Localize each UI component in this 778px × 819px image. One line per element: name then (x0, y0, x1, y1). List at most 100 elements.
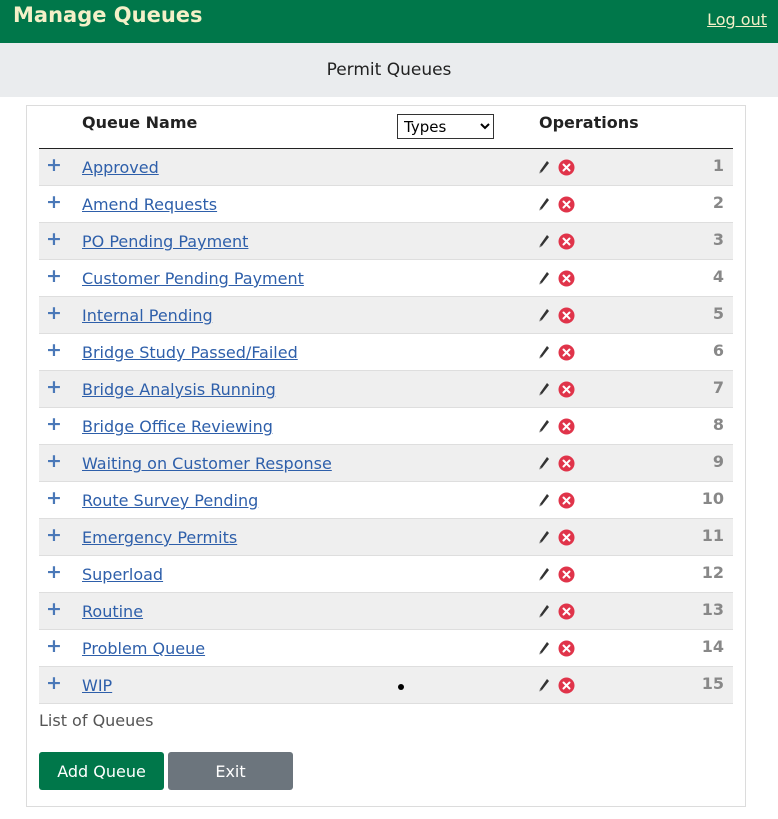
table-row: + Route Survey Pending 10 (39, 482, 733, 519)
delete-icon[interactable] (558, 307, 575, 324)
delete-icon[interactable] (558, 640, 575, 657)
queue-name-link[interactable]: Waiting on Customer Response (82, 454, 332, 473)
table-row: + Routine 13 (39, 593, 733, 630)
delete-icon[interactable] (558, 344, 575, 361)
pencil-icon[interactable] (538, 530, 550, 545)
pencil-icon[interactable] (538, 160, 550, 175)
plus-icon[interactable]: + (46, 525, 62, 545)
pencil-icon[interactable] (538, 567, 550, 582)
table-row: + Approved 1 (39, 149, 733, 186)
plus-icon[interactable]: + (46, 414, 62, 434)
queue-name-link[interactable]: Amend Requests (82, 195, 217, 214)
pencil-icon[interactable] (538, 678, 550, 693)
plus-icon[interactable]: + (46, 303, 62, 323)
pencil-icon[interactable] (538, 345, 550, 360)
queue-name-link[interactable]: Bridge Analysis Running (82, 380, 276, 399)
exit-button[interactable]: Exit (168, 752, 293, 790)
table-row: + Amend Requests 2 (39, 186, 733, 223)
queue-list: + Approved 1 + Amend Requests 2 + PO Pending Pa… (39, 149, 733, 704)
table-row: + WIP 15 (39, 667, 733, 704)
pencil-icon[interactable] (538, 493, 550, 508)
plus-icon[interactable]: + (46, 229, 62, 249)
pencil-icon[interactable] (538, 308, 550, 323)
delete-icon[interactable] (558, 418, 575, 435)
queue-name-link[interactable]: Route Survey Pending (82, 491, 258, 510)
pencil-icon[interactable] (538, 197, 550, 212)
queue-name-link[interactable]: Emergency Permits (82, 528, 237, 547)
queue-name-link[interactable]: Approved (82, 158, 159, 177)
page-title: Permit Queues (326, 60, 452, 80)
add-queue-button[interactable]: Add Queue (39, 752, 164, 790)
queue-name-link[interactable]: Bridge Study Passed/Failed (82, 343, 298, 362)
row-number: 3 (712, 230, 724, 249)
pencil-icon[interactable] (538, 456, 550, 471)
queue-name-column-header: Queue Name (82, 113, 198, 132)
table-row: + PO Pending Payment 3 (39, 223, 733, 260)
table-row: + Superload 12 (39, 556, 733, 593)
row-number: 1 (712, 156, 724, 175)
operations-column-header: Operations (539, 113, 639, 132)
delete-icon[interactable] (558, 233, 575, 250)
queue-name-link[interactable]: Customer Pending Payment (82, 269, 304, 288)
table-row: + Customer Pending Payment 4 (39, 260, 733, 297)
delete-icon[interactable] (558, 566, 575, 583)
plus-icon[interactable]: + (46, 562, 62, 582)
row-number: 4 (712, 267, 724, 286)
pencil-icon[interactable] (538, 604, 550, 619)
delete-icon[interactable] (558, 677, 575, 694)
logout-link[interactable]: Log out (707, 10, 767, 29)
pencil-icon[interactable] (538, 234, 550, 249)
row-number: 7 (712, 378, 724, 397)
queue-name-link[interactable]: Routine (82, 602, 143, 621)
row-number: 14 (701, 637, 724, 656)
table-row: + Problem Queue 14 (39, 630, 733, 667)
row-number: 2 (712, 193, 724, 212)
queue-name-link[interactable]: Internal Pending (82, 306, 213, 325)
pencil-icon[interactable] (538, 419, 550, 434)
plus-icon[interactable]: + (46, 488, 62, 508)
delete-icon[interactable] (558, 455, 575, 472)
plus-icon[interactable]: + (46, 340, 62, 360)
row-number: 15 (701, 674, 724, 693)
pencil-icon[interactable] (538, 271, 550, 286)
queue-name-link[interactable]: PO Pending Payment (82, 232, 248, 251)
app-title: Manage Queues (13, 3, 203, 27)
table-header: Queue Name Types Operations (39, 105, 733, 149)
row-number: 10 (701, 489, 724, 508)
delete-icon[interactable] (558, 529, 575, 546)
table-row: + Bridge Office Reviewing 8 (39, 408, 733, 445)
types-select[interactable]: Types (397, 114, 494, 139)
pencil-icon[interactable] (538, 382, 550, 397)
row-number: 13 (701, 600, 724, 619)
delete-icon[interactable] (558, 270, 575, 287)
delete-icon[interactable] (558, 159, 575, 176)
delete-icon[interactable] (558, 381, 575, 398)
sub-header: Permit Queues (0, 43, 778, 97)
top-bar: Manage Queues Log out (0, 0, 778, 43)
row-number: 9 (712, 452, 724, 471)
delete-icon[interactable] (558, 603, 575, 620)
plus-icon[interactable]: + (46, 192, 62, 212)
plus-icon[interactable]: + (46, 673, 62, 693)
list-caption: List of Queues (39, 711, 154, 730)
plus-icon[interactable]: + (46, 266, 62, 286)
row-number: 8 (712, 415, 724, 434)
row-number: 6 (712, 341, 724, 360)
plus-icon[interactable]: + (46, 451, 62, 471)
table-row: + Emergency Permits 11 (39, 519, 733, 556)
queue-name-link[interactable]: Superload (82, 565, 163, 584)
row-number: 5 (712, 304, 724, 323)
queue-name-link[interactable]: Problem Queue (82, 639, 205, 658)
plus-icon[interactable]: + (46, 599, 62, 619)
table-row: + Bridge Analysis Running 7 (39, 371, 733, 408)
plus-icon[interactable]: + (46, 377, 62, 397)
table-row: + Internal Pending 5 (39, 297, 733, 334)
delete-icon[interactable] (558, 492, 575, 509)
plus-icon[interactable]: + (46, 155, 62, 175)
queue-name-link[interactable]: WIP (82, 676, 112, 695)
plus-icon[interactable]: + (46, 636, 62, 656)
row-number: 11 (701, 526, 724, 545)
pencil-icon[interactable] (538, 641, 550, 656)
delete-icon[interactable] (558, 196, 575, 213)
queue-name-link[interactable]: Bridge Office Reviewing (82, 417, 273, 436)
